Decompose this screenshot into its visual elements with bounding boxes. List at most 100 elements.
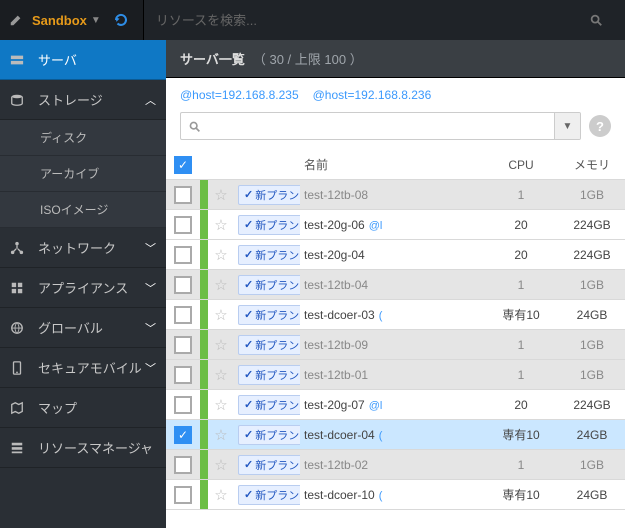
sidebar-item-label: サーバ	[30, 50, 156, 69]
server-name[interactable]: test-12tb-09	[300, 338, 483, 352]
server-name[interactable]: test-12tb-08	[300, 188, 483, 202]
status-indicator	[200, 300, 208, 329]
sidebar-item-resource[interactable]: リソースマネージャ	[0, 428, 166, 468]
sidebar-subitem[interactable]: ISOイメージ	[0, 192, 166, 228]
table-row[interactable]: ☆✓新プランtest-dcoer-10(専有1024GB	[166, 480, 625, 510]
col-name[interactable]: 名前	[300, 156, 483, 173]
star-icon[interactable]: ☆	[208, 396, 234, 414]
star-icon[interactable]: ☆	[208, 246, 234, 264]
star-icon[interactable]: ☆	[208, 486, 234, 504]
table-search-input[interactable]	[207, 113, 554, 139]
plan-label: 新プラン	[255, 247, 299, 263]
table-row[interactable]: ☆✓新プランtest-12tb-0411GB	[166, 270, 625, 300]
sidebar-item-appliance[interactable]: アプライアンス﹀	[0, 268, 166, 308]
search-dropdown-icon[interactable]: ▼	[554, 113, 580, 139]
star-icon[interactable]: ☆	[208, 366, 234, 384]
check-icon: ✓	[244, 308, 253, 321]
server-name[interactable]: test-20g-04	[300, 248, 483, 262]
plan-label: 新プラン	[255, 397, 299, 413]
status-indicator	[200, 480, 208, 509]
server-name[interactable]: test-12tb-04	[300, 278, 483, 292]
server-name[interactable]: test-dcoer-04(	[300, 428, 483, 442]
server-name[interactable]: test-20g-06@l	[300, 218, 483, 232]
row-checkbox[interactable]	[174, 246, 192, 264]
sidebar-subitem[interactable]: アーカイブ	[0, 156, 166, 192]
plan-label: 新プラン	[255, 187, 299, 203]
mem-value: 24GB	[559, 428, 625, 442]
filter-tag[interactable]: @host=192.168.8.235	[180, 88, 299, 102]
storage-icon	[10, 93, 30, 107]
row-checkbox[interactable]	[174, 366, 192, 384]
sidebar-item-label: グローバル	[30, 318, 145, 337]
table-row[interactable]: ☆✓新プランtest-12tb-0911GB	[166, 330, 625, 360]
brand-dropdown-caret-icon[interactable]: ▼	[91, 15, 113, 26]
help-icon[interactable]: ?	[589, 115, 611, 137]
plan-label: 新プラン	[255, 487, 299, 503]
table-row[interactable]: ☆✓新プランtest-12tb-0211GB	[166, 450, 625, 480]
cpu-value: 専有10	[483, 426, 559, 443]
row-checkbox[interactable]	[174, 486, 192, 504]
table-search-box: ▼	[180, 112, 581, 140]
star-icon[interactable]: ☆	[208, 186, 234, 204]
star-icon[interactable]: ☆	[208, 456, 234, 474]
refresh-icon[interactable]	[113, 12, 143, 28]
star-icon[interactable]: ☆	[208, 276, 234, 294]
sidebar-item-mobile[interactable]: セキュアモバイル﹀	[0, 348, 166, 388]
table-row[interactable]: ☆✓新プランtest-12tb-0811GB	[166, 180, 625, 210]
global-search-input[interactable]	[144, 0, 589, 40]
mem-value: 1GB	[559, 188, 625, 202]
mem-value: 24GB	[559, 488, 625, 502]
sidebar: サーバストレージ︿ディスクアーカイブISOイメージネットワーク﹀アプライアンス﹀…	[0, 40, 166, 528]
row-checkbox[interactable]	[174, 306, 192, 324]
col-mem[interactable]: メモリ	[559, 156, 625, 173]
server-name[interactable]: test-12tb-02	[300, 458, 483, 472]
server-name[interactable]: test-dcoer-03(	[300, 308, 483, 322]
select-all-checkbox[interactable]: ✓	[174, 156, 192, 174]
row-checkbox[interactable]	[174, 336, 192, 354]
server-name[interactable]: test-dcoer-10(	[300, 488, 483, 502]
sidebar-item-label: マップ	[30, 398, 156, 417]
row-checkbox[interactable]	[174, 396, 192, 414]
table-header-row: ✓ 名前 CPU メモリ	[166, 150, 625, 180]
sidebar-item-network[interactable]: ネットワーク﹀	[0, 228, 166, 268]
row-checkbox[interactable]	[174, 456, 192, 474]
global-icon	[10, 321, 30, 335]
table-row[interactable]: ☆✓新プランtest-dcoer-03(専有1024GB	[166, 300, 625, 330]
sidebar-subitem[interactable]: ディスク	[0, 120, 166, 156]
server-name[interactable]: test-20g-07@l	[300, 398, 483, 412]
name-extra: @l	[369, 220, 383, 232]
plan-badge: ✓新プラン	[238, 305, 300, 325]
server-icon	[10, 53, 30, 67]
sidebar-item-storage[interactable]: ストレージ︿	[0, 80, 166, 120]
sidebar-item-map[interactable]: マップ	[0, 388, 166, 428]
edit-icon[interactable]	[0, 13, 32, 27]
sidebar-item-global[interactable]: グローバル﹀	[0, 308, 166, 348]
star-icon[interactable]: ☆	[208, 306, 234, 324]
star-icon[interactable]: ☆	[208, 216, 234, 234]
star-icon[interactable]: ☆	[208, 336, 234, 354]
row-checkbox[interactable]: ✓	[174, 426, 192, 444]
search-icon[interactable]	[589, 13, 625, 27]
chevron-up-icon: ︿	[145, 92, 156, 108]
cpu-value: 1	[483, 188, 559, 202]
sidebar-item-server[interactable]: サーバ	[0, 40, 166, 80]
row-checkbox[interactable]	[174, 216, 192, 234]
plan-badge: ✓新プラン	[238, 365, 300, 385]
table-row[interactable]: ☆✓新プランtest-20g-06@l20224GB	[166, 210, 625, 240]
row-checkbox[interactable]	[174, 186, 192, 204]
table-row[interactable]: ☆✓新プランtest-20g-07@l20224GB	[166, 390, 625, 420]
col-cpu[interactable]: CPU	[483, 158, 559, 172]
table-row[interactable]: ☆✓新プランtest-12tb-0111GB	[166, 360, 625, 390]
mem-value: 224GB	[559, 248, 625, 262]
server-name[interactable]: test-12tb-01	[300, 368, 483, 382]
chevron-down-icon: ﹀	[145, 320, 156, 336]
filter-tag[interactable]: @host=192.168.8.236	[313, 88, 432, 102]
table-row[interactable]: ☆✓新プランtest-20g-0420224GB	[166, 240, 625, 270]
brand-name[interactable]: Sandbox	[32, 13, 91, 28]
plan-badge: ✓新プラン	[238, 485, 300, 505]
table-row[interactable]: ✓☆✓新プランtest-dcoer-04(専有1024GB	[166, 420, 625, 450]
name-extra: (	[379, 310, 383, 322]
row-checkbox[interactable]	[174, 276, 192, 294]
star-icon[interactable]: ☆	[208, 426, 234, 444]
check-icon: ✓	[244, 398, 253, 411]
